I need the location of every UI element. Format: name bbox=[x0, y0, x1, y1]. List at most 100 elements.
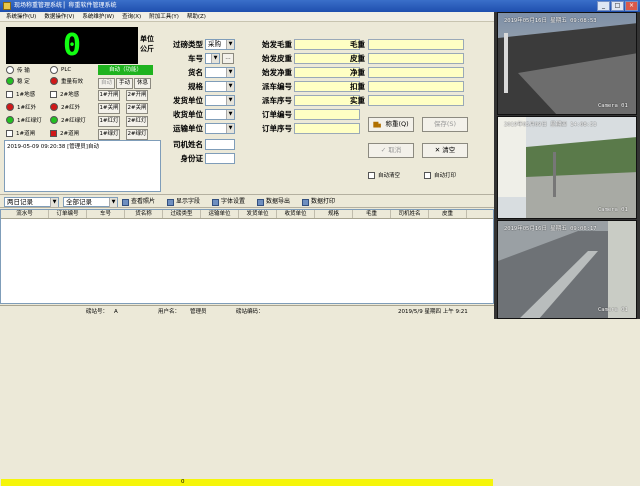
green-light1-button[interactable]: 1#绿灯 bbox=[98, 129, 120, 140]
label-orig-gross: 始发毛重 bbox=[262, 40, 292, 49]
export-button[interactable]: 数据导出 bbox=[257, 197, 290, 207]
menu-query[interactable]: 查询(X) bbox=[122, 12, 141, 21]
export-icon bbox=[257, 198, 264, 206]
label-carrier: 运输单位 bbox=[173, 124, 203, 133]
font-icon bbox=[212, 198, 219, 206]
weigh-type-select[interactable]: 采购 ▼ bbox=[205, 39, 235, 50]
open-gate1-button[interactable]: 1#开闸 bbox=[98, 90, 120, 101]
minimize-button[interactable]: _ bbox=[597, 1, 610, 11]
carrier-select[interactable]: ▼ bbox=[205, 123, 235, 134]
label-weigh-type: 过磅类型 bbox=[173, 40, 203, 49]
menu-help[interactable]: 帮助(Z) bbox=[187, 12, 206, 21]
camera-name: Camera 01 bbox=[598, 307, 628, 313]
col-header[interactable]: 司机姓名 bbox=[391, 210, 429, 218]
close-button[interactable]: × bbox=[625, 1, 638, 11]
gross-input[interactable] bbox=[368, 39, 464, 50]
log-box[interactable]: 2019-05-09 09:20:38 [管理员]自动 bbox=[4, 140, 161, 192]
col-header[interactable]: 货名称 bbox=[125, 210, 163, 218]
close-gate2-button[interactable]: 2#关闸 bbox=[126, 103, 148, 114]
label-orig-net: 始发净重 bbox=[262, 68, 292, 77]
plate-button[interactable]: … bbox=[222, 53, 234, 64]
record-filter-select[interactable]: 全部记录 ▼ bbox=[63, 197, 118, 207]
font-settings-button[interactable]: 字体设置 bbox=[212, 197, 245, 207]
records-grid[interactable]: 流水号 订单编号 车号 货名称 过磅类型 运输单位 发货单位 收货单位 规格 毛… bbox=[0, 209, 494, 486]
col-header[interactable]: 毛重 bbox=[353, 210, 391, 218]
order-no-input[interactable] bbox=[294, 109, 360, 120]
clear-button[interactable]: ✕ 清空 bbox=[422, 143, 468, 158]
camera-panel: 2019年05月16日 星期五 09:08:53 Camera 01 2019年… bbox=[494, 12, 640, 319]
deduct-input[interactable] bbox=[368, 81, 464, 92]
close-gate1-button[interactable]: 1#关闸 bbox=[98, 103, 120, 114]
weigh-button[interactable]: ▆▖ 称重(Q) bbox=[368, 117, 414, 132]
auto-clear-checkbox[interactable]: 自动清空 bbox=[368, 171, 400, 179]
lamp-infrared2: 2#红外 bbox=[50, 103, 80, 111]
datetime: 2019/5/9 星期四 上午 9:21 bbox=[398, 309, 468, 315]
camera-feed-1[interactable]: 2019年05月16日 星期五 09:08:53 Camera 01 bbox=[497, 12, 637, 115]
date-filter-select[interactable]: 两日记录 ▼ bbox=[4, 197, 59, 207]
fields-icon bbox=[167, 198, 174, 206]
chevron-down-icon: ▼ bbox=[226, 68, 234, 77]
order-seq-input[interactable] bbox=[294, 123, 360, 134]
green-light2-button[interactable]: 2#绿灯 bbox=[126, 129, 148, 140]
user-label: 用户名： bbox=[158, 309, 181, 315]
lamp-gate1: 1#地感 bbox=[6, 90, 35, 98]
chevron-down-icon: ▼ bbox=[226, 110, 234, 119]
label-spec: 规格 bbox=[188, 82, 203, 91]
red-light2-button[interactable]: 2#红灯 bbox=[126, 116, 148, 127]
camera-feed-2[interactable]: 2019年05月09日 星期四 14:08:53 Camera 01 bbox=[497, 116, 637, 219]
camera-image-2 bbox=[498, 117, 636, 218]
label-dispatch-no: 派车编号 bbox=[262, 82, 292, 91]
plate-prefix-select[interactable]: ▼ bbox=[205, 53, 220, 64]
col-header[interactable]: 皮重 bbox=[429, 210, 467, 218]
col-header[interactable]: 发货单位 bbox=[239, 210, 277, 218]
col-header[interactable]: 流水号 bbox=[1, 210, 49, 218]
truck-icon: ▆▖ bbox=[373, 120, 384, 128]
grid-header: 流水号 订单编号 车号 货名称 过磅类型 运输单位 发货单位 收货单位 规格 毛… bbox=[1, 210, 493, 219]
maximize-button[interactable]: □ bbox=[611, 1, 624, 11]
col-header[interactable]: 过磅类型 bbox=[163, 210, 201, 218]
camera-timestamp: 2019年05月09日 星期四 14:08:53 bbox=[504, 122, 597, 128]
chevron-down-icon: ▼ bbox=[50, 198, 58, 207]
lamp-brake2: 2#道闸 bbox=[50, 129, 79, 137]
camera-feed-3[interactable]: 2019年05月16日 星期五 09:06:17 Camera 01 bbox=[497, 220, 637, 319]
actual-input[interactable] bbox=[368, 95, 464, 106]
sum-value: 0 bbox=[181, 479, 185, 485]
rest-button[interactable]: 休息 bbox=[134, 78, 151, 89]
view-photo-button[interactable]: 查看照片 bbox=[122, 197, 155, 207]
spec-select[interactable]: ▼ bbox=[205, 81, 235, 92]
menu-maintenance[interactable]: 系统维护(W) bbox=[82, 12, 114, 21]
col-header[interactable]: 运输单位 bbox=[201, 210, 239, 218]
label-actual: 实重 bbox=[350, 96, 365, 105]
camera-name: Camera 01 bbox=[598, 103, 628, 109]
lamp-plc: PLC bbox=[50, 66, 71, 74]
main-panel: 0 单位 公斤 传 输 PLC 稳 定 重量有效 1#地感 2#地感 1#红外 … bbox=[0, 22, 494, 486]
status-bar: 磅站号： A 用户名： 管理员 磅站编码： 2019/5/9 星期四 上午 9:… bbox=[0, 305, 494, 317]
col-header[interactable]: 收货单位 bbox=[277, 210, 315, 218]
red-light1-button[interactable]: 1#红灯 bbox=[98, 116, 120, 127]
cancel-button[interactable]: ✓ 取消 bbox=[368, 143, 414, 158]
menu-system[interactable]: 系统操作(U) bbox=[6, 12, 36, 21]
auto-button[interactable]: 自动 bbox=[98, 78, 115, 89]
save-button[interactable]: 保存(S) bbox=[422, 117, 468, 132]
menu-data[interactable]: 数据操作(V) bbox=[44, 12, 74, 21]
print-button[interactable]: 数据打印 bbox=[302, 197, 335, 207]
goods-select[interactable]: ▼ bbox=[205, 67, 235, 78]
col-header[interactable]: 车号 bbox=[87, 210, 125, 218]
camera-timestamp: 2019年05月16日 星期五 09:06:17 bbox=[504, 226, 597, 232]
id-card-input[interactable] bbox=[205, 153, 235, 164]
receiver-select[interactable]: ▼ bbox=[205, 109, 235, 120]
open-gate2-button[interactable]: 2#开闸 bbox=[126, 90, 148, 101]
sender-select[interactable]: ▼ bbox=[205, 95, 235, 106]
show-fields-button[interactable]: 显示字段 bbox=[167, 197, 200, 207]
manual-button[interactable]: 手动 bbox=[116, 78, 133, 89]
net-input[interactable] bbox=[368, 67, 464, 78]
driver-input[interactable] bbox=[205, 139, 235, 150]
auto-print-checkbox[interactable]: 自动打印 bbox=[424, 171, 456, 179]
menu-tools[interactable]: 附加工具(Y) bbox=[149, 12, 179, 21]
label-id-card: 身份证 bbox=[180, 154, 204, 163]
chevron-down-icon: ▼ bbox=[226, 96, 234, 105]
tare-input[interactable] bbox=[368, 53, 464, 64]
label-gross: 毛重 bbox=[350, 40, 365, 49]
col-header[interactable]: 规格 bbox=[315, 210, 353, 218]
col-header[interactable]: 订单编号 bbox=[49, 210, 87, 218]
